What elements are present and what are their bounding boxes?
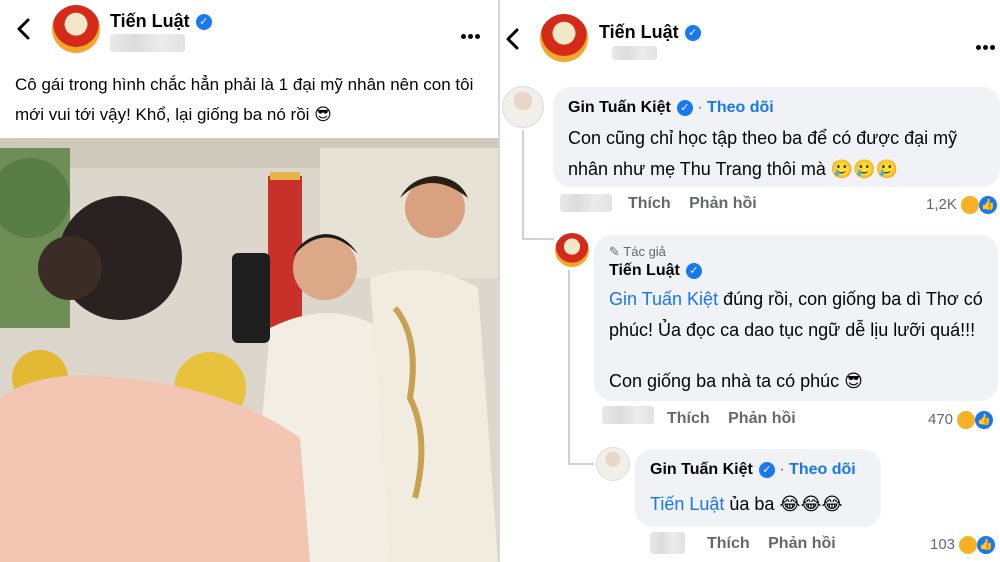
blurred-timestamp (560, 194, 612, 212)
mention-link[interactable]: Tiến Luật (650, 494, 724, 514)
author-badge: ✎ Tác giả (609, 244, 666, 259)
commenter-avatar[interactable] (502, 86, 544, 128)
blurred-timestamp (602, 406, 654, 424)
commenter-avatar[interactable] (596, 447, 630, 481)
post-author[interactable]: Tiến Luật ✓ (599, 22, 701, 43)
haha-reaction-icon (959, 536, 978, 555)
comment-bubble: Gin Tuấn Kiệt ✓ · Theo dõi Tiến Luật ủa b… (635, 449, 881, 527)
author-avatar[interactable] (540, 14, 588, 62)
comments-panel: Tiến Luật ✓ Gin Tuấn Kiệt ✓ · Theo dõi Con… (500, 0, 1000, 562)
like-reaction-icon: 👍 (977, 536, 996, 555)
like-reaction-icon: 👍 (975, 411, 994, 430)
verified-badge-icon: ✓ (758, 461, 775, 478)
blurred-timestamp (650, 532, 685, 554)
thread-line (522, 130, 524, 240)
reply-button[interactable]: Phản hồi (728, 410, 796, 427)
reaction-count: 103 (930, 536, 956, 553)
back-chevron-icon[interactable] (503, 27, 523, 51)
like-reaction-icon: 👍 (979, 196, 998, 215)
reaction-count: 470 (928, 411, 954, 428)
comment-bubble: ✎ Tác giả Tiến Luật ✓ Gin Tuấn Kiệt đúng … (594, 235, 998, 401)
follow-button[interactable]: Theo dõi (789, 461, 856, 478)
mention-link[interactable]: Gin Tuấn Kiệt (609, 289, 718, 309)
reply-button[interactable]: Phản hồi (768, 535, 836, 552)
post-caption: Cô gái trong hình chắc hẳn phải là 1 đại… (15, 75, 474, 124)
blurred-timestamp (612, 46, 657, 60)
comment-text: Gin Tuấn Kiệt đúng rồi, con giống ba dì … (609, 289, 983, 340)
author-reply-avatar[interactable] (555, 233, 589, 267)
post-photo[interactable] (0, 138, 498, 562)
like-button[interactable]: Thích (667, 410, 710, 427)
haha-reaction-icon (961, 196, 980, 215)
back-chevron-icon[interactable] (14, 17, 34, 41)
thread-line (568, 463, 594, 465)
verified-badge-icon: ✓ (684, 25, 701, 42)
thread-line (522, 238, 554, 240)
blurred-timestamp (110, 34, 185, 52)
haha-reaction-icon (957, 411, 976, 430)
comment-text: Tiến Luật ủa ba 😂😂😂 (650, 494, 843, 514)
comment-bubble: Gin Tuấn Kiệt ✓ · Theo dõi Con cũng chỉ h… (553, 87, 1000, 187)
comment-actions: Thích Phản hồi (707, 535, 850, 553)
reply-button[interactable]: Phản hồi (689, 195, 757, 212)
post-author[interactable]: Tiến Luật ✓ (110, 11, 212, 32)
comment-author[interactable]: Tiến Luật (609, 262, 680, 279)
reaction-summary[interactable]: 1,2K 👍 (926, 196, 998, 215)
reaction-summary[interactable]: 103 👍 (930, 536, 996, 555)
more-options-icon[interactable] (976, 37, 998, 50)
comment-author[interactable]: Gin Tuấn Kiệt (568, 99, 671, 116)
comment-actions: Thích Phản hồi (667, 410, 810, 428)
verified-badge-icon: ✓ (685, 262, 702, 279)
comment-text: Con cũng chỉ học tập theo ba để có được … (568, 128, 958, 179)
comment-author[interactable]: Gin Tuấn Kiệt (650, 461, 753, 478)
thread-line (568, 270, 570, 465)
reaction-summary[interactable]: 470 👍 (928, 411, 994, 430)
author-avatar[interactable] (52, 5, 100, 53)
verified-badge-icon: ✓ (195, 14, 212, 31)
left-post-panel: Tiến Luật ✓ Cô gái trong hình chắc hẳn ph… (0, 0, 498, 562)
like-button[interactable]: Thích (707, 535, 750, 552)
reaction-count: 1,2K (926, 196, 957, 213)
like-button[interactable]: Thích (628, 195, 671, 212)
verified-badge-icon: ✓ (676, 99, 693, 116)
follow-button[interactable]: Theo dõi (707, 99, 774, 116)
comment-actions: Thích Phản hồi (628, 195, 771, 213)
comment-text-line2: Con giống ba nhà ta có phúc 😎 (609, 371, 863, 391)
more-options-icon[interactable] (461, 26, 483, 39)
